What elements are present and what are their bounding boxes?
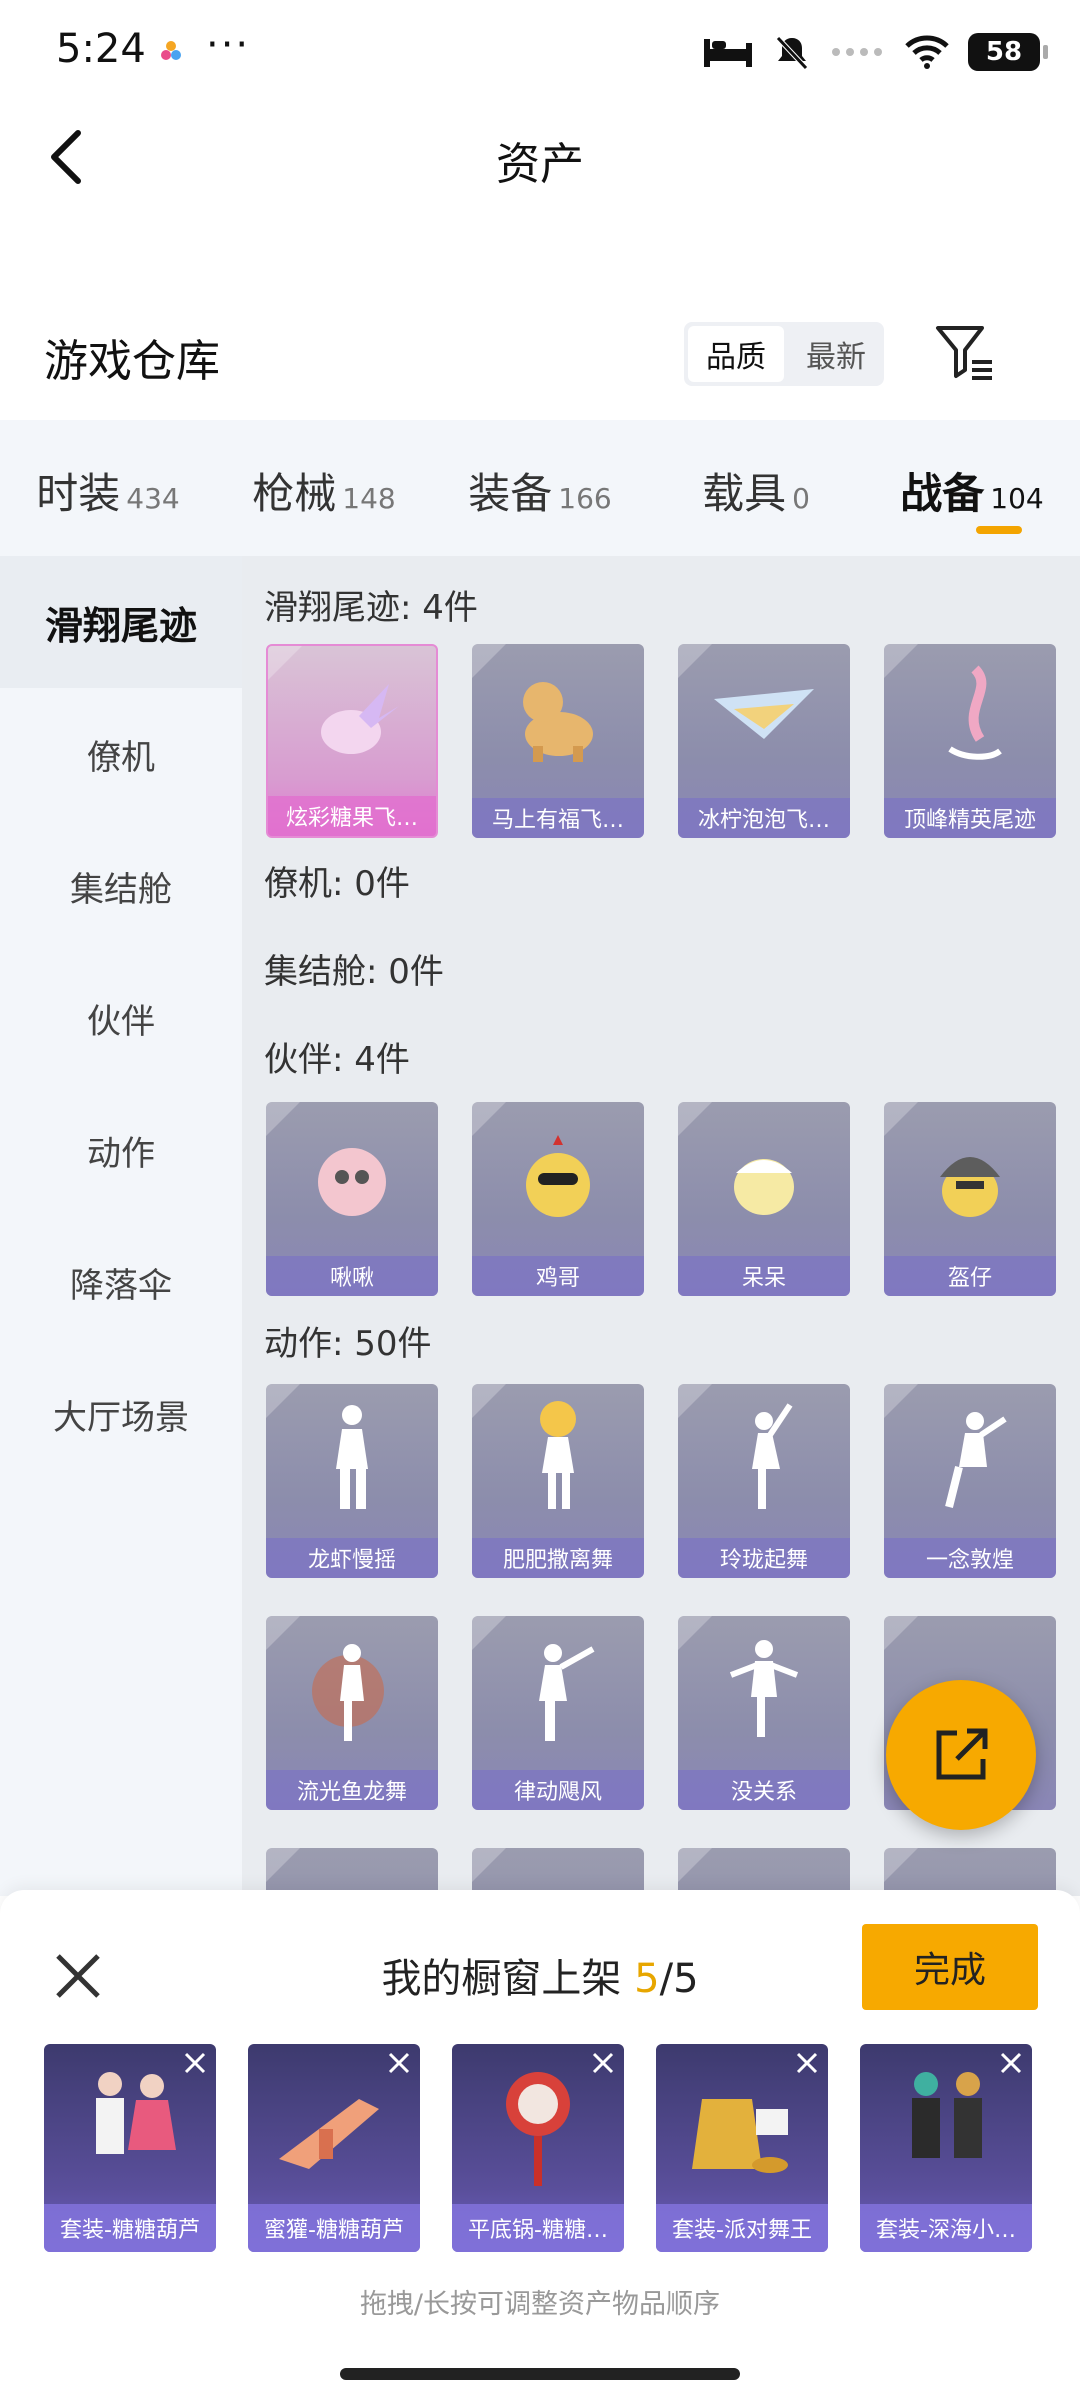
item-card[interactable]: 一念敦煌 (884, 1384, 1056, 1578)
dancer-icon (945, 1412, 1007, 1508)
item-card[interactable]: 玲珑起舞 (678, 1384, 850, 1578)
item-card[interactable]: 没关系 (678, 1616, 850, 1810)
sidebar-item-partner[interactable]: 伙伴 (0, 952, 242, 1084)
sort-by-quality[interactable]: 品质 (688, 326, 784, 382)
helmet-chick-icon (940, 1157, 1000, 1217)
signal-dots-icon (832, 48, 882, 56)
status-icons: 58 (702, 30, 1048, 74)
warehouse-title: 游戏仓库 (44, 336, 220, 387)
item-card[interactable] (884, 1848, 1056, 1896)
reorder-hint: 拖拽/长按可调整资产物品顺序 (359, 2289, 721, 2320)
section-label-partner: 伙伴: 4件 (264, 1040, 410, 1080)
dancer-icon (540, 1401, 576, 1509)
section-label-trail: 滑翔尾迹: 4件 (264, 588, 478, 628)
sidebar-item-wingman[interactable]: 僚机 (0, 688, 242, 820)
item-card[interactable]: 龙虾慢摇 (266, 1384, 438, 1578)
dancer-icon (752, 1403, 793, 1509)
filter-button[interactable] (932, 320, 996, 384)
page-title: 资产 (496, 139, 584, 190)
glider-icon (714, 689, 814, 739)
section-label-pod: 集结舱: 0件 (264, 952, 444, 992)
sort-by-newest[interactable]: 最新 (788, 322, 884, 386)
tab-fashion[interactable]: 时装 434 (0, 420, 216, 556)
pan-icon (506, 2072, 570, 2186)
sidebar-item-lobby[interactable]: 大厅场景 (0, 1348, 242, 1480)
sidebar-item-trail[interactable]: 滑翔尾迹 (0, 556, 242, 688)
sidebar: 滑翔尾迹 僚机 集结舱 伙伴 动作 降落伞 大厅场景 (0, 556, 242, 1896)
item-card[interactable]: 马上有福飞… (472, 644, 644, 838)
section-label-emote: 动作: 50件 (264, 1324, 432, 1364)
mute-icon (776, 36, 808, 70)
tab-equipment[interactable]: 装备 166 (432, 420, 648, 556)
item-card[interactable]: 啾啾 (266, 1102, 438, 1296)
showcase-item[interactable]: 平底锅-糖糖… (452, 2044, 624, 2252)
showcase-item[interactable]: 蜜獾-糖糖葫芦 (248, 2044, 420, 2252)
sidebar-item-emote[interactable]: 动作 (0, 1084, 242, 1216)
chick-icon (734, 1159, 794, 1215)
item-card[interactable]: 流光鱼龙舞 (266, 1616, 438, 1810)
status-bar: 5:24 ··· 58 (0, 0, 1080, 100)
status-time: 5:24 (56, 26, 146, 72)
bird-pink-icon (318, 1148, 386, 1216)
item-card[interactable]: 盔仔 (884, 1102, 1056, 1296)
item-card[interactable] (472, 1848, 644, 1896)
share-icon (936, 1728, 988, 1780)
showcase-item[interactable]: 套装-深海小… (860, 2044, 1032, 2252)
home-indicator[interactable] (340, 2368, 740, 2380)
item-card[interactable] (678, 1848, 850, 1896)
dancer-icon (312, 1644, 384, 1741)
item-card[interactable]: 呆呆 (678, 1102, 850, 1296)
chicken-icon (526, 1135, 590, 1217)
sidebar-item-parachute[interactable]: 降落伞 (0, 1216, 242, 1348)
battery-icon: 58 (968, 33, 1048, 71)
filter-icon (936, 326, 992, 380)
candy-trail-icon (321, 684, 399, 754)
wifi-icon (905, 35, 949, 69)
dancer-icon (729, 1640, 799, 1737)
item-card[interactable]: 顶峰精英尾迹 (884, 644, 1056, 838)
app-notification-icon (161, 41, 181, 60)
showcase-item[interactable]: 套装-派对舞王 (656, 2044, 828, 2252)
tab-vehicles[interactable]: 载具 0 (648, 420, 864, 556)
pony-icon (523, 682, 593, 762)
gold-outfit-icon (692, 2099, 788, 2173)
dancer-icon (539, 1644, 595, 1741)
outfit-icon (96, 2072, 176, 2154)
section-label-wingman: 僚机: 0件 (264, 864, 410, 904)
item-card[interactable]: 律动飓风 (472, 1616, 644, 1810)
gun-icon (279, 2099, 379, 2169)
item-card[interactable]: 冰柠泡泡飞… (678, 644, 850, 838)
item-card[interactable] (266, 1848, 438, 1896)
done-button[interactable]: 完成 (862, 1924, 1038, 2010)
share-button[interactable] (886, 1680, 1036, 1830)
item-card[interactable]: 炫彩糖果飞… (266, 644, 438, 838)
sidebar-item-pod[interactable]: 集结舱 (0, 820, 242, 952)
tab-battle-prep[interactable]: 战备 104 (864, 420, 1080, 556)
dancer-icon (336, 1405, 368, 1509)
category-tabs: 时装 434 枪械 148 装备 166 载具 0 战备 104 (0, 420, 1080, 556)
bed-icon (704, 39, 752, 67)
elite-trail-icon (948, 665, 1002, 760)
status-more-icon: ··· (206, 22, 251, 68)
tab-guns[interactable]: 枪械 148 (216, 420, 432, 556)
item-card[interactable]: 肥肥撒离舞 (472, 1384, 644, 1578)
showcase-item[interactable]: 套装-糖糖葫芦 (44, 2044, 216, 2252)
showcase-panel: 我的橱窗上架 5/5 完成 套装-糖糖葫芦 蜜獾-糖糖葫芦 平底锅-糖糖… 套装… (0, 1890, 1080, 2400)
item-card[interactable]: 鸡哥 (472, 1102, 644, 1296)
header: 资产 (0, 100, 1080, 210)
sort-toggle: 品质 最新 (684, 322, 884, 386)
deep-sea-outfit-icon (912, 2072, 982, 2158)
showcase-count: 5 (634, 1956, 660, 2002)
